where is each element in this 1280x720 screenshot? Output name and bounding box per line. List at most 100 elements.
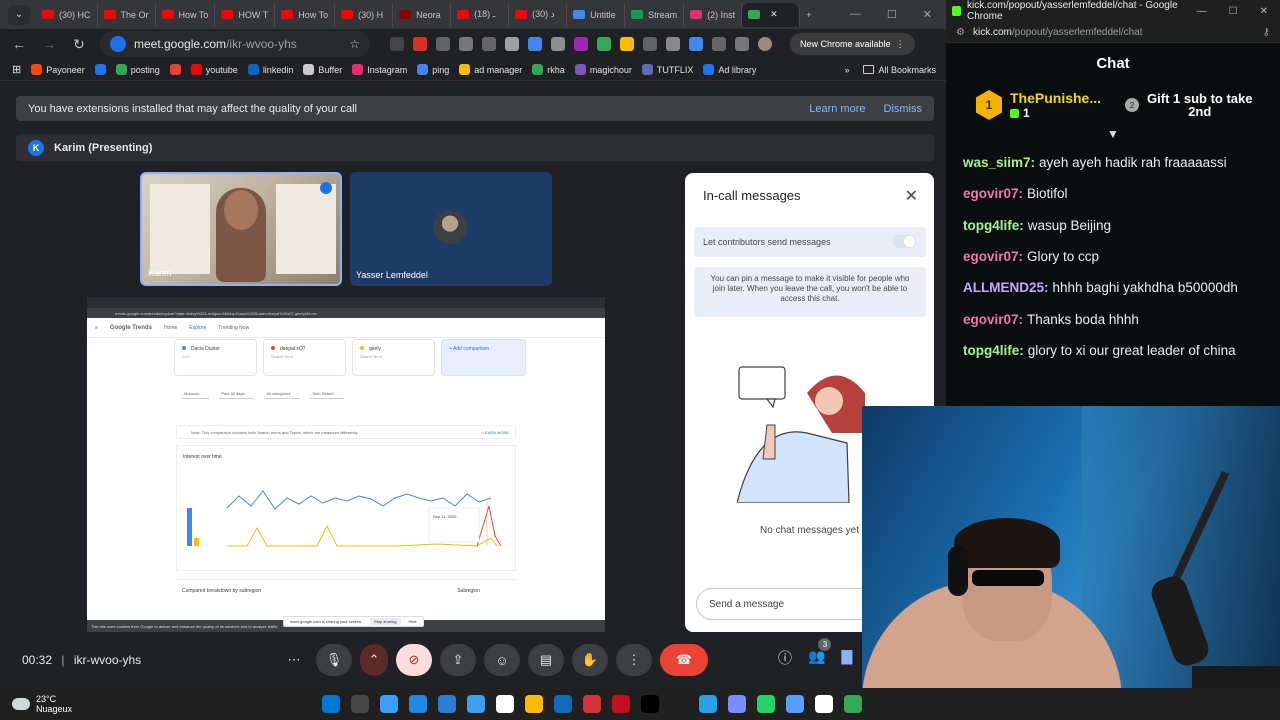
bookmark-item[interactable] xyxy=(169,64,181,75)
taskbar-app-icon[interactable] xyxy=(380,695,398,713)
gift-sub-cta[interactable]: Gift 1 sub to take 2nd xyxy=(1147,92,1252,118)
taskbar-app-icon[interactable] xyxy=(525,695,543,713)
bookmark-item[interactable] xyxy=(94,64,106,75)
browser-tab[interactable]: Untitle xyxy=(567,2,626,27)
taskbar-app-icon[interactable] xyxy=(670,695,688,713)
browser-tab[interactable]: (30) د xyxy=(509,2,568,27)
camera-off-button[interactable]: ⊘ xyxy=(396,644,432,676)
browser-tab[interactable]: HOW T xyxy=(215,2,276,27)
taskbar-app-icon[interactable] xyxy=(554,695,572,713)
browser-tab[interactable]: (30) HC xyxy=(36,2,98,27)
extension-icon[interactable] xyxy=(712,37,726,51)
people-icon[interactable]: 👥 3 xyxy=(808,638,832,668)
raise-hand-button[interactable]: ✋ xyxy=(572,644,608,676)
browser-tab[interactable]: Stream xyxy=(625,2,685,27)
kick-address-bar[interactable]: ⚙ kick.com/popout/yasserlemfeddel/chat ⚷ xyxy=(946,22,1280,43)
extension-icon[interactable] xyxy=(597,37,611,51)
new-chrome-available-button[interactable]: New Chrome available ⋮ xyxy=(790,33,915,55)
tab-search-button[interactable]: ⌄ xyxy=(8,4,30,25)
mic-button[interactable]: 🎙 xyxy=(316,644,352,676)
chat-message[interactable]: topg4life: wasup Beijing xyxy=(963,210,1280,241)
bookmark-item[interactable]: magichour xyxy=(574,64,632,75)
all-bookmarks-folder[interactable]: All Bookmarks xyxy=(863,65,936,75)
maximize-icon[interactable]: ☐ xyxy=(887,8,897,21)
chat-message[interactable]: egovir07: Glory to ccp xyxy=(963,241,1280,272)
taskbar-app-icon[interactable] xyxy=(786,695,804,713)
extension-icon[interactable] xyxy=(528,37,542,51)
leave-call-button[interactable]: ☎ xyxy=(660,644,708,676)
chat-username[interactable]: egovir07: xyxy=(963,312,1023,327)
camera-options-icon[interactable]: ⌃ xyxy=(360,644,388,676)
key-icon[interactable]: ⚷ xyxy=(1263,27,1270,38)
learn-more-link[interactable]: Learn more xyxy=(809,103,865,115)
taskbar-app-icon[interactable] xyxy=(322,695,340,713)
bookmark-item[interactable]: Payoneer xyxy=(31,64,85,75)
chat-username[interactable]: egovir07: xyxy=(963,249,1023,264)
participant-tile-karim[interactable]: Karim xyxy=(140,172,342,286)
taskbar-app-icon[interactable] xyxy=(728,695,746,713)
forward-icon[interactable]: → xyxy=(40,36,58,52)
taskbar-app-icon[interactable] xyxy=(351,695,369,713)
browser-tab[interactable]: How To xyxy=(275,2,336,27)
weather-widget[interactable]: 23°C Nuageux xyxy=(0,694,72,714)
chat-username[interactable]: ALLMEND25: xyxy=(963,280,1049,295)
close-icon[interactable]: ✕ xyxy=(905,186,918,206)
chat-message[interactable]: was_siim7: ayeh ayeh hadik rah fraaaaassi xyxy=(963,147,1280,178)
apps-grid-icon[interactable]: ⊞ xyxy=(12,63,21,76)
close-tab-icon[interactable]: ✕ xyxy=(770,9,778,20)
chat-message[interactable]: egovir07: Thanks boda hhhh xyxy=(963,303,1280,334)
bookmark-item[interactable]: Buffer xyxy=(303,64,342,75)
extension-icon[interactable] xyxy=(413,37,427,51)
browser-tab[interactable]: How To xyxy=(156,2,216,27)
close-window-icon[interactable]: ✕ xyxy=(1260,6,1268,17)
extension-icon[interactable] xyxy=(436,37,450,51)
permission-toggle[interactable] xyxy=(892,235,916,248)
browser-tab[interactable]: (30) H xyxy=(335,2,394,27)
site-info-icon[interactable]: ⚙ xyxy=(956,27,965,38)
taskbar-app-icon[interactable] xyxy=(409,695,427,713)
chat-username[interactable]: topg4life: xyxy=(963,218,1024,233)
extension-icon[interactable] xyxy=(620,37,634,51)
emoji-button[interactable]: ☺ xyxy=(484,644,520,676)
dismiss-button[interactable]: Dismiss xyxy=(884,103,923,115)
bookmark-item[interactable]: linkedin xyxy=(247,64,293,75)
chat-username[interactable]: topg4life: xyxy=(963,343,1024,358)
extension-icon[interactable] xyxy=(689,37,703,51)
back-icon[interactable]: ← xyxy=(10,36,28,52)
taskbar-app-icon[interactable] xyxy=(438,695,456,713)
browser-tab[interactable]: (18) ـ xyxy=(451,2,510,27)
bookmark-star-icon[interactable]: ☆ xyxy=(349,37,360,51)
browser-tab[interactable]: ✕ xyxy=(742,2,801,27)
bookmark-item[interactable]: youtube xyxy=(190,64,238,75)
taskbar-app-icon[interactable] xyxy=(496,695,514,713)
address-bar[interactable]: meet.google.com/ikr-wvoo-yhs ☆ xyxy=(100,31,370,57)
chat-icon[interactable]: ▇ xyxy=(841,648,852,668)
top-gifter[interactable]: ThePunishe... 1 xyxy=(1010,90,1101,120)
participant-tile-yasser[interactable]: Yasser Lemfeddel xyxy=(350,172,552,286)
browser-tab[interactable]: The Or xyxy=(98,2,156,27)
taskbar-app-icon[interactable] xyxy=(641,695,659,713)
taskbar-app-icon[interactable] xyxy=(699,695,717,713)
extension-icon[interactable] xyxy=(735,37,749,51)
taskbar-app-icon[interactable] xyxy=(583,695,601,713)
close-window-icon[interactable]: ✕ xyxy=(923,8,932,21)
bookmark-item[interactable]: posting xyxy=(115,64,160,75)
extension-icon[interactable] xyxy=(390,37,404,51)
reload-icon[interactable]: ↻ xyxy=(70,36,88,53)
present-button[interactable]: ⇪ xyxy=(440,644,476,676)
taskbar-app-icon[interactable] xyxy=(757,695,775,713)
chat-message[interactable]: ALLMEND25: hhhh baghi yakhdha b50000dh xyxy=(963,272,1280,303)
extension-icon[interactable] xyxy=(459,37,473,51)
minimize-icon[interactable]: — xyxy=(1197,6,1207,17)
more-audio-options-icon[interactable]: ⋯ xyxy=(280,644,308,676)
bookmark-item[interactable]: ping xyxy=(417,64,449,75)
profile-avatar[interactable] xyxy=(758,37,772,51)
extension-icon[interactable] xyxy=(574,37,588,51)
chat-username[interactable]: egovir07: xyxy=(963,186,1023,201)
meeting-details-icon[interactable]: ⓘ xyxy=(778,648,792,668)
bookmark-item[interactable]: ad manager xyxy=(459,64,522,75)
collapse-pinned-icon[interactable]: ▼ xyxy=(946,127,1280,141)
more-options-button[interactable]: ⋮ xyxy=(616,644,652,676)
bookmark-item[interactable]: Ad library xyxy=(703,64,756,75)
minimize-icon[interactable]: — xyxy=(850,8,861,21)
